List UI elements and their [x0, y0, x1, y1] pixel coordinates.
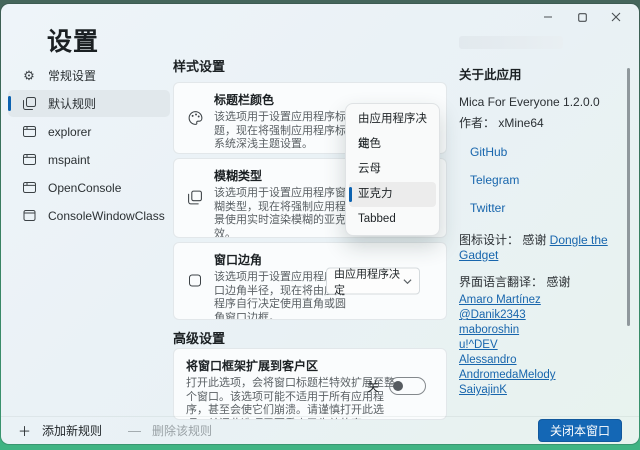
translator-link[interactable]: SaiyajinK	[459, 383, 623, 398]
flyout-option-acrylic[interactable]: 亚克力	[349, 182, 436, 207]
advanced-settings-header: 高级设置	[173, 328, 225, 347]
flyout-option-mica[interactable]: 云母	[349, 157, 436, 182]
translator-link[interactable]: Alessandro	[459, 353, 623, 368]
about-header: 关于此应用	[459, 64, 623, 83]
style-settings-header: 样式设置	[173, 56, 225, 75]
page-title: 设置	[47, 22, 99, 58]
translator-link[interactable]: Amaro Martínez	[459, 293, 623, 308]
card-title: 将窗口框架扩展到客户区	[186, 357, 436, 374]
app-window-icon	[21, 180, 37, 196]
window-corner-card: 窗口边角 该选项用于设置应用程序窗口边角半径，现在将由应用程序自行决定使用直角或…	[173, 242, 447, 320]
delete-rule-label: 删除该规则	[152, 422, 212, 439]
chevron-down-icon	[403, 278, 412, 284]
sidebar-item-openconsole[interactable]: OpenConsole	[8, 174, 170, 201]
app-name-version: Mica For Everyone 1.2.0.0	[459, 95, 623, 109]
extend-frame-toggle[interactable]	[389, 377, 426, 395]
translator-link[interactable]: AndromedaMelody	[459, 368, 623, 383]
telegram-link[interactable]: Telegram	[470, 173, 623, 187]
sidebar-item-label: explorer	[48, 125, 91, 139]
sidebar-item-mspaint[interactable]: mspaint	[8, 146, 170, 173]
corner-dropdown-value: 由应用程序决定	[334, 265, 403, 297]
translator-link[interactable]: maboroshin	[459, 323, 623, 338]
sidebar-item-explorer[interactable]: explorer	[8, 118, 170, 145]
app-window-icon	[21, 124, 37, 140]
about-panel: 关于此应用 Mica For Everyone 1.2.0.0 作者： xMin…	[459, 36, 623, 398]
blur-layers-icon	[187, 190, 204, 207]
minimize-icon	[543, 12, 553, 22]
footer-bar: ＋ 添加新规则 — 删除该规则 关闭本窗口	[1, 416, 639, 444]
sidebar-item-label: 默认规则	[48, 95, 96, 112]
about-scrollbar[interactable]	[627, 68, 630, 326]
corner-dropdown[interactable]: 由应用程序决定	[326, 268, 420, 295]
flyout-option-solid[interactable]: 纯色	[349, 132, 436, 157]
close-window-button[interactable]: 关闭本窗口	[538, 419, 622, 442]
icon-credit-line: 图标设计： 感谢 Dongle the Gadget	[459, 231, 623, 262]
close-icon	[611, 12, 621, 22]
desktop: { "window": { "title": "设置", "controls":…	[0, 0, 640, 450]
window-icon	[21, 208, 37, 224]
minus-icon: —	[128, 423, 141, 438]
flyout-option-app-decides[interactable]: 由应用程序决定	[349, 107, 436, 132]
sidebar: ⚙ 常规设置 默认规则 explorer mspaint OpenConso	[8, 62, 170, 230]
blur-type-flyout: 由应用程序决定 纯色 云母 亚克力 Tabbed	[345, 103, 440, 236]
flyout-option-tabbed[interactable]: Tabbed	[349, 207, 436, 232]
toggle-state-label: 关	[367, 378, 379, 395]
sidebar-item-default-rules[interactable]: 默认规则	[8, 90, 170, 117]
gear-icon: ⚙	[21, 68, 37, 84]
maximize-icon	[578, 13, 587, 22]
window-controls	[531, 6, 633, 28]
sidebar-item-label: 常规设置	[48, 67, 96, 84]
author-line: 作者： xMine64	[459, 114, 623, 131]
add-rule-button[interactable]: ＋ 添加新规则	[18, 421, 102, 440]
plus-icon: ＋	[18, 421, 31, 440]
minimize-button[interactable]	[531, 6, 565, 28]
extend-frame-card: 将窗口框架扩展到客户区 打开此选项，会将窗口标题栏特效扩展至整个窗口。该选项可能…	[173, 348, 447, 420]
toggle-knob	[393, 381, 403, 391]
close-button[interactable]	[599, 6, 633, 28]
card-description: 打开此选项，会将窗口标题栏特效扩展至整个窗口。该选项可能不适用于所有应用程序，甚…	[186, 377, 396, 420]
maximize-button[interactable]	[565, 6, 599, 28]
sidebar-item-general-settings[interactable]: ⚙ 常规设置	[8, 62, 170, 89]
delete-rule-button[interactable]: — 删除该规则	[128, 422, 212, 439]
app-window-icon	[21, 152, 37, 168]
translation-credit-line: 界面语言翻译： 感谢	[459, 273, 623, 290]
sidebar-item-consolewindowclass[interactable]: ConsoleWindowClass	[8, 202, 170, 229]
translator-links: Amaro Martínez @Danik2343 maboroshin u!^…	[459, 293, 623, 398]
sidebar-item-label: ConsoleWindowClass	[48, 209, 165, 223]
sidebar-item-label: OpenConsole	[48, 181, 121, 195]
palette-icon	[187, 110, 204, 127]
translator-link[interactable]: @Danik2343	[459, 308, 623, 323]
github-link[interactable]: GitHub	[470, 145, 623, 159]
sidebar-item-label: mspaint	[48, 153, 90, 167]
rules-layers-icon	[21, 96, 37, 112]
watermark	[459, 36, 563, 49]
twitter-link[interactable]: Twitter	[470, 201, 623, 215]
corner-icon	[187, 273, 204, 290]
add-rule-label: 添加新规则	[42, 422, 102, 439]
icon-credit-prefix: 图标设计： 感谢	[459, 233, 550, 247]
app-window: 设置 ⚙ 常规设置 默认规则 explorer mspaint	[1, 4, 639, 444]
translator-link[interactable]: u!^DEV	[459, 338, 623, 353]
